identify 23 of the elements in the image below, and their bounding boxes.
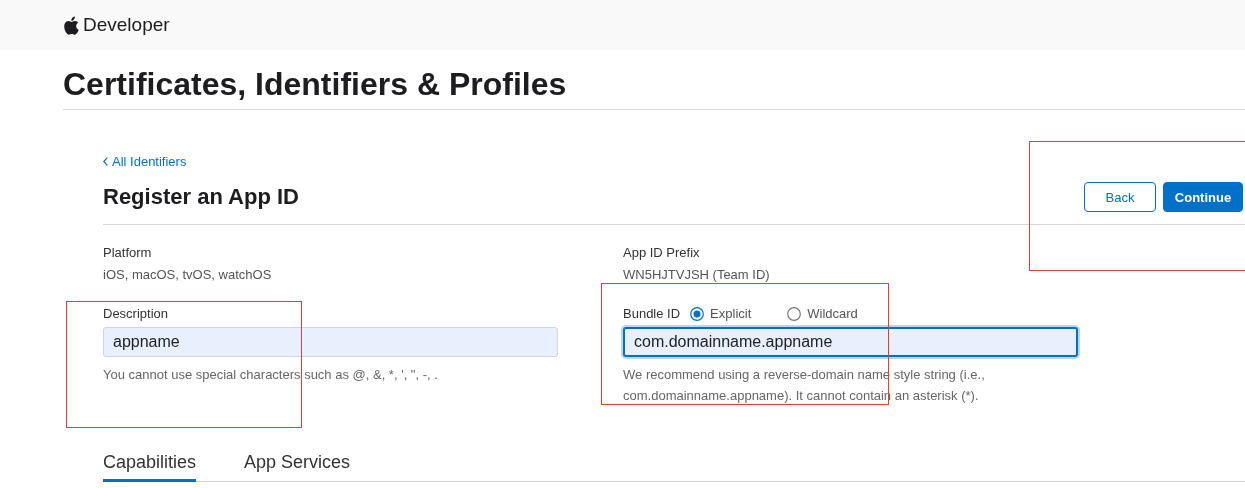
input-field[interactable]: appname: [103, 327, 558, 357]
continue-button[interactable]: Continue: [1163, 182, 1243, 212]
field-label: Bundle ID: [623, 306, 681, 321]
back-button[interactable]: Back: [1084, 182, 1156, 212]
radio-label[interactable]: Wildcard: [807, 306, 858, 321]
brand-name[interactable]: Developer: [83, 14, 170, 36]
page-title: Certificates, Identifiers & Profiles: [63, 66, 1245, 110]
radio-button[interactable]: [787, 306, 802, 321]
tab[interactable]: App Services: [244, 452, 351, 482]
section-heading: Register an App ID: [103, 184, 299, 210]
help-text: You cannot use special characters such as @, &, *, ', ", -, .: [103, 366, 439, 384]
field-value: iOS, macOS, tvOS, watchOS: [103, 267, 273, 282]
radio-label[interactable]: Explicit: [710, 306, 752, 321]
field-label: Platform: [103, 245, 153, 260]
chevron-left-icon: [103, 157, 108, 166]
radio-button[interactable]: [690, 306, 705, 321]
field-label: Description: [103, 306, 169, 321]
field-label: App ID Prefix: [623, 245, 701, 260]
apple-logo-icon: [63, 15, 79, 35]
tab[interactable]: Capabilities: [103, 452, 197, 482]
input-field[interactable]: com.domainname.appname: [623, 327, 1078, 357]
field-value: WN5HJTVJSH (Team ID): [623, 267, 771, 282]
back-link[interactable]: All Identifiers: [103, 154, 187, 169]
